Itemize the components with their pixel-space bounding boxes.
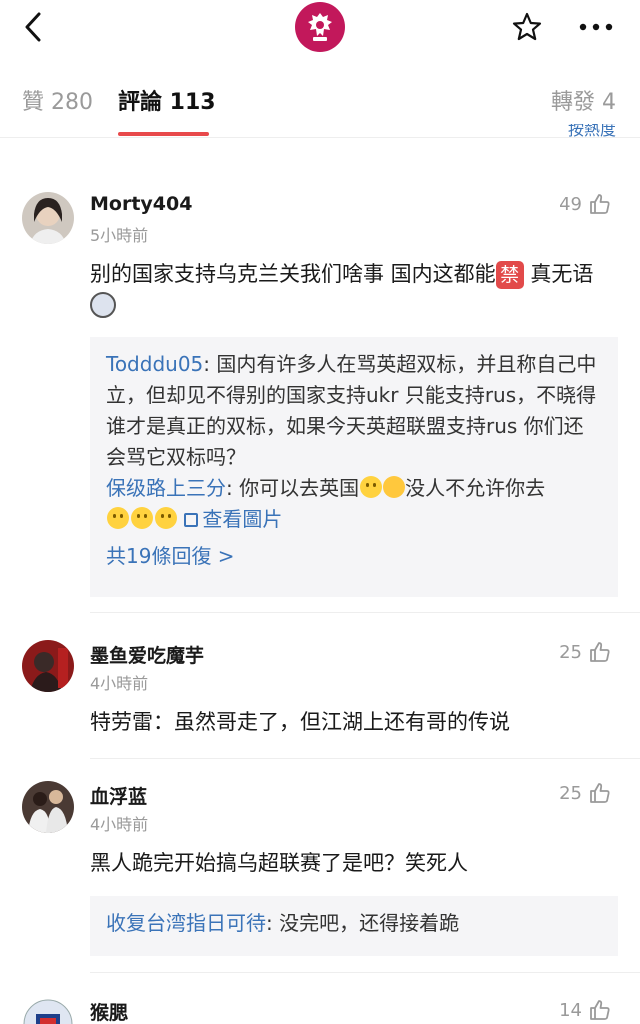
view-image-link[interactable]: 查看圖片 <box>184 507 282 531</box>
reply-text: : 没完吧，还得接着跪 <box>266 911 460 935</box>
smile-emoji-icon <box>360 476 383 498</box>
comment-time: 5小時前 <box>90 226 149 245</box>
like-count: 49 <box>559 193 582 215</box>
comment-username[interactable]: 血浮蓝 <box>90 782 147 809</box>
tab-bar: 贊 280 評論 113 轉發 4 <box>0 60 640 138</box>
avatar[interactable] <box>22 640 74 692</box>
premier-league-lion-icon <box>308 13 332 41</box>
like-button[interactable]: 25 <box>559 781 612 805</box>
reply-item: Todddu05: 国内有许多人在骂英超双标，并且称自己中立，但却见不得别的国家… <box>106 349 602 473</box>
smile-emoji-icon <box>155 507 177 529</box>
reply-box: Todddu05: 国内有许多人在骂英超双标，并且称自己中立，但却见不得别的国家… <box>90 337 618 597</box>
active-tab-indicator <box>118 132 209 136</box>
more-dots-icon <box>579 23 613 31</box>
divider <box>90 972 640 973</box>
like-count: 14 <box>559 999 582 1021</box>
comment-username[interactable]: 猴腮 <box>90 998 128 1024</box>
divider <box>90 758 640 759</box>
chevron-left-icon <box>25 12 41 42</box>
reply-text: 没人不允许你去 <box>405 476 546 500</box>
reply-text: : 你可以去英国 <box>226 476 360 500</box>
tab-likes[interactable]: 贊 280 <box>22 84 93 116</box>
star-outline-icon <box>512 12 542 41</box>
comment-text-part: 别的国家支持乌克兰关我们啥事 国内这都能 <box>90 262 496 286</box>
comment-time: 4小時前 <box>90 815 149 834</box>
view-image-label: 查看圖片 <box>202 507 283 531</box>
avatar[interactable] <box>22 998 74 1024</box>
scared-emoji-icon <box>90 292 116 318</box>
avatar[interactable] <box>22 781 74 833</box>
comment-text: 黑人跪完开始搞乌超联赛了是吧？笑死人 <box>90 851 468 875</box>
comment-text: 别的国家支持乌克兰关我们啥事 国内这都能禁 真无语 <box>90 258 618 324</box>
thumbs-up-icon <box>590 1000 610 1020</box>
reply-username[interactable]: 收复台湾指日可待 <box>106 911 266 935</box>
more-replies-link[interactable]: 共19條回復 > <box>106 541 602 572</box>
more-button[interactable] <box>574 10 618 44</box>
thumbs-up-icon <box>590 783 610 803</box>
reply-username[interactable]: 保级路上三分 <box>106 476 226 500</box>
like-button[interactable]: 49 <box>559 192 612 216</box>
comment-text-part: 真无语 <box>523 262 594 286</box>
tab-reposts[interactable]: 轉發 4 <box>551 84 616 116</box>
like-button[interactable]: 25 <box>559 640 612 664</box>
like-count: 25 <box>559 782 582 804</box>
ban-emoji: 禁 <box>495 261 524 289</box>
favorite-button[interactable] <box>510 10 544 44</box>
comment-time: 4小時前 <box>90 674 149 693</box>
top-bar <box>0 0 640 56</box>
back-button[interactable] <box>18 10 48 44</box>
smile-emoji-icon <box>131 507 153 529</box>
like-button[interactable]: 14 <box>559 998 612 1022</box>
avatar[interactable] <box>22 192 74 244</box>
thumbs-up-icon <box>590 642 610 662</box>
reply-box: 收复台湾指日可待: 没完吧，还得接着跪 <box>90 896 618 956</box>
comment-username[interactable]: 墨鱼爱吃魔芋 <box>90 641 204 668</box>
comment-username[interactable]: Morty404 <box>90 193 192 215</box>
divider <box>90 612 640 613</box>
tab-comments[interactable]: 評論 113 <box>118 84 216 116</box>
reply-username[interactable]: Todddu05 <box>106 352 203 376</box>
comment-text: 特劳雷：虽然哥走了，但江湖上还有哥的传说 <box>90 710 510 734</box>
image-icon <box>184 513 199 527</box>
smile-emoji-icon <box>107 507 129 529</box>
sort-toggle[interactable]: 按熱度 <box>568 124 616 138</box>
thumbs-up-icon <box>590 194 610 214</box>
premier-league-logo[interactable] <box>295 2 345 52</box>
shrug-emoji-icon <box>383 476 406 498</box>
reply-item: 保级路上三分: 你可以去英国 没人不允许你去 查看圖片 <box>106 473 602 535</box>
like-count: 25 <box>559 641 582 663</box>
